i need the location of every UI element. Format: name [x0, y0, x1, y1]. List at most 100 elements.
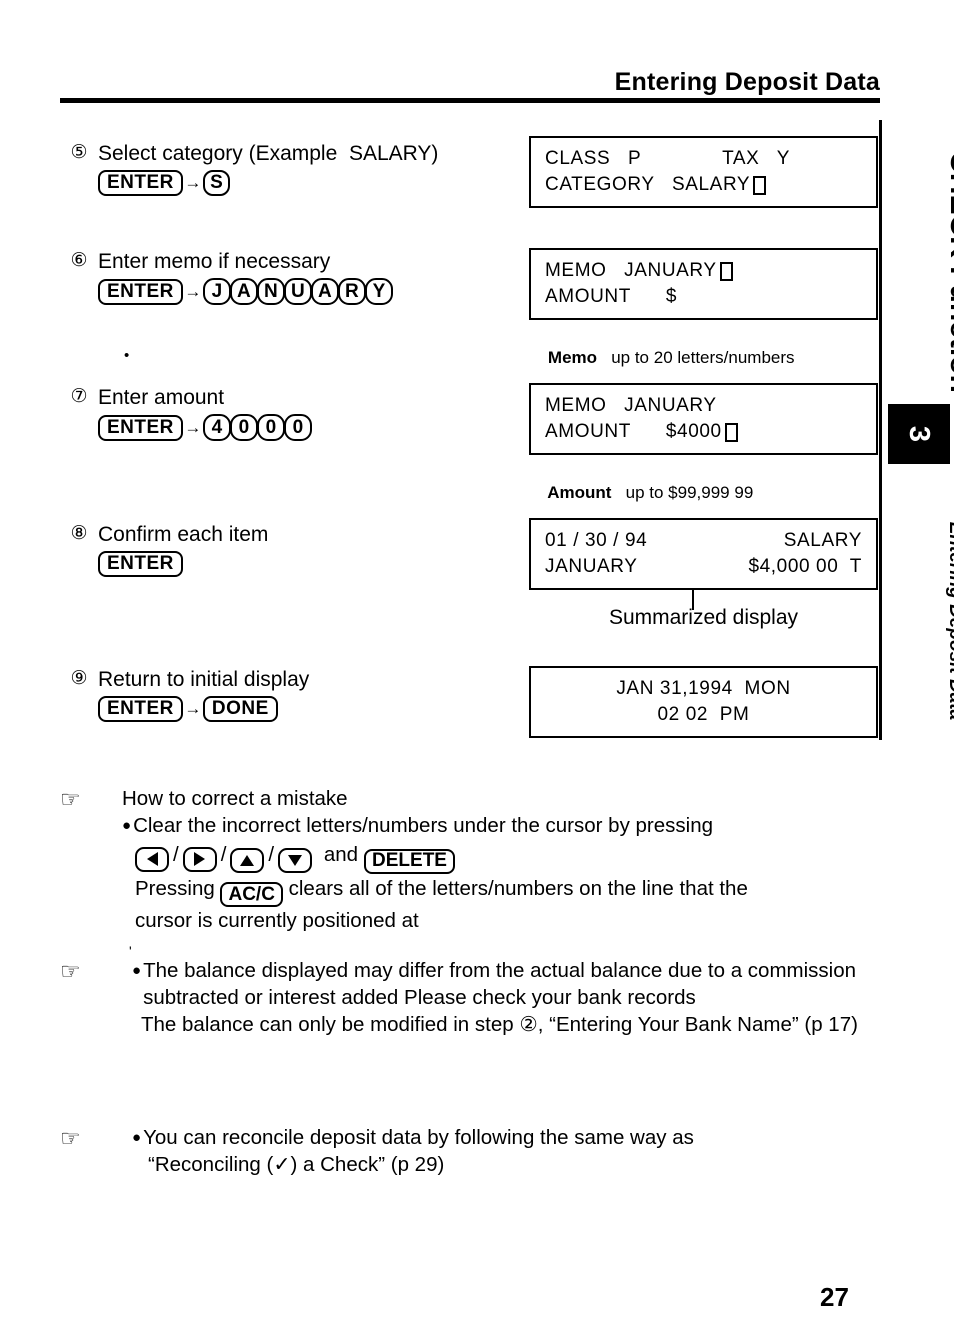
down-arrow-key[interactable] [278, 848, 313, 873]
manual-page: Entering Deposit Data ⑤ Select category … [0, 0, 954, 1344]
display-line: JAN 31,1994 MON [545, 676, 876, 702]
memo-amount-empty-display: MEMO JANUARY AMOUNT $ [529, 248, 878, 320]
note-line-b-text: clears all of the letters/numbers on the… [288, 876, 748, 900]
display-line: MEMO JANUARY [545, 393, 876, 419]
time-field: 02 02 PM [657, 704, 750, 725]
step-9-keys: ENTER DONE [98, 696, 514, 722]
side-tab-chapter-number: 3 [903, 425, 935, 443]
note-line-c: cursor is currently positioned at [135, 909, 419, 932]
side-tab-divider [879, 120, 882, 740]
letter-key-y[interactable]: Y [364, 278, 393, 305]
step-8-text: Confirm each item [98, 523, 269, 546]
date-field: JAN 31,1994 MON [616, 678, 791, 699]
summarized-display: 01 / 30 / 94 SALARY JANUARY $4,000 00 T [529, 518, 878, 590]
display-line: AMOUNT $4000 [545, 419, 876, 445]
right-arrow-key[interactable] [182, 846, 217, 872]
note-balance: ☞ ● The balance displayed may differ fro… [60, 957, 890, 1038]
separator: / [220, 843, 227, 866]
memo-field: MEMO JANUARY [545, 395, 717, 416]
arrow-right-icon [183, 170, 203, 196]
separator: / [268, 843, 275, 866]
tax-field: TAX Y [722, 148, 790, 169]
step-8-number: ⑧ [70, 523, 88, 544]
and-label: and [323, 843, 359, 866]
note-correct-mistake: ☞ How to correct a mistake ● Clear the i… [60, 785, 890, 934]
memo-limit-label: Memo [547, 348, 598, 367]
letter-key-r[interactable]: R [337, 278, 366, 305]
down-arrow-icon [288, 855, 303, 866]
left-arrow-icon [146, 852, 158, 866]
letter-key-a2[interactable]: A [310, 278, 339, 305]
side-tab-chapter-badge: 3 [888, 404, 950, 464]
category-field: CATEGORY SALARY [545, 174, 751, 195]
memo-limit-caption: Memo up to 20 letters/numbers [529, 328, 795, 388]
note-paragraph: You can reconcile deposit data by follow… [143, 1126, 694, 1149]
amount-field: AMOUNT $4000 [545, 421, 722, 442]
separator: / [173, 843, 179, 866]
digit-key-0b[interactable]: 0 [256, 414, 285, 441]
pointing-hand-icon: ☞ [60, 786, 81, 812]
amount-limit-label: Amount [547, 483, 612, 502]
display-line: CLASS P TAX Y [545, 146, 876, 172]
step-7-number: ⑦ [70, 386, 88, 407]
arrow-right-icon [183, 696, 203, 722]
step-8-keys: ENTER [98, 551, 514, 577]
left-arrow-key[interactable] [135, 846, 169, 872]
digit-key-4[interactable]: 4 [202, 414, 231, 441]
arrow-right-icon [183, 279, 203, 305]
step-5-text: Select category (Example SALARY) [98, 142, 439, 165]
step-7: ⑦ Enter amount ENTER 4 0 0 0 [64, 386, 514, 441]
digit-key-0a[interactable]: 0 [229, 414, 258, 441]
page-title: Entering Deposit Data [614, 68, 880, 96]
note-paragraph: “Reconciling (✓) a Check” (p 29) [148, 1153, 445, 1176]
initial-display: JAN 31,1994 MON 02 02 PM [529, 666, 878, 738]
step-5-keys: ENTER S [98, 170, 514, 196]
letter-key-a1[interactable]: A [229, 278, 258, 305]
cursor-block-icon [753, 175, 767, 195]
cursor-block-icon [719, 261, 733, 281]
category-field: SALARY [783, 530, 862, 551]
step-5-number: ⑤ [70, 142, 88, 163]
step-9: ⑨ Return to initial display ENTER DONE [64, 668, 514, 722]
note-arrow-keys-row: / / / and DELETE [122, 839, 890, 874]
step-5: ⑤ Select category (Example SALARY) ENTER… [64, 142, 514, 196]
memo-field: MEMO JANUARY [545, 260, 717, 281]
class-field: CLASS P [545, 148, 642, 169]
pointing-hand-icon: ☞ [60, 1125, 81, 1151]
memo-limit-text: up to 20 letters/numbers [597, 348, 795, 367]
letter-key-s[interactable]: S [202, 170, 230, 196]
enter-key[interactable]: ENTER [98, 278, 183, 305]
enter-key[interactable]: ENTER [98, 414, 183, 441]
memo-amount-filled-display: MEMO JANUARY AMOUNT $4000 [529, 383, 878, 455]
letter-key-j[interactable]: J [202, 278, 231, 305]
letter-key-u[interactable]: U [283, 278, 312, 305]
up-arrow-key[interactable] [230, 848, 265, 873]
delete-key[interactable]: DELETE [364, 848, 455, 874]
summarized-display-label: Summarized display [608, 606, 799, 629]
letter-key-n[interactable]: N [256, 278, 285, 305]
memo-field: JANUARY [545, 556, 638, 577]
enter-key[interactable]: ENTER [98, 551, 183, 577]
amount-field: AMOUNT $ [545, 286, 678, 307]
pressing-label: Pressing [135, 876, 215, 900]
done-key[interactable]: DONE [202, 696, 278, 722]
note-line-b: Pressing AC/C clears all of the letters/… [122, 874, 890, 907]
digit-key-0c[interactable]: 0 [283, 414, 312, 441]
note-line-a: Clear the incorrect letters/numbers unde… [133, 814, 714, 837]
display-line: 02 02 PM [545, 702, 876, 728]
pointing-hand-icon: ☞ [60, 958, 81, 984]
enter-key[interactable]: ENTER [98, 170, 183, 196]
acc-key[interactable]: AC/C [220, 882, 283, 907]
amount-limit-text: up to $99,999 99 [611, 483, 754, 502]
step-7-keys: ENTER 4 0 0 0 [98, 414, 514, 441]
date-field: 01 / 30 / 94 [545, 530, 648, 551]
step-6: ⑥ Enter memo if necessary ENTER J A N U … [64, 250, 514, 305]
page-number: 27 [820, 1282, 849, 1312]
display-line: JANUARY $4,000 00 T [545, 554, 862, 580]
note-paragraph: The balance displayed may differ from th… [143, 959, 857, 1009]
up-arrow-icon [240, 855, 255, 866]
bullet-icon: ● [132, 1129, 142, 1146]
enter-key[interactable]: ENTER [98, 696, 183, 722]
arrow-right-icon [183, 415, 203, 441]
bullet-icon: ● [122, 817, 132, 834]
